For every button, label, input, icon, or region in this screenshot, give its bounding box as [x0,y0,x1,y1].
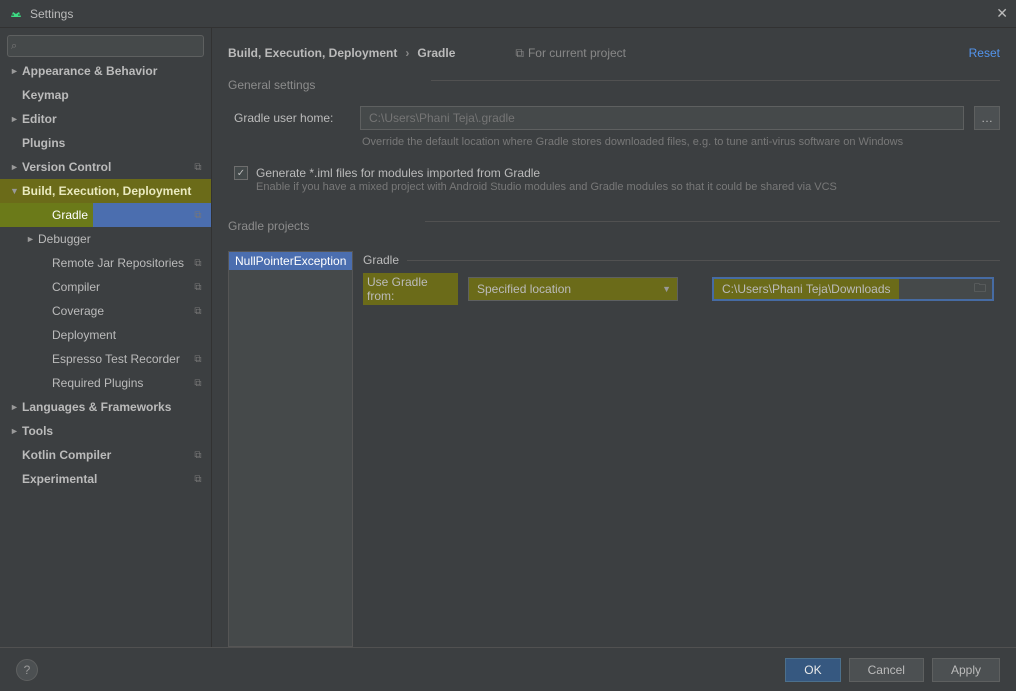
sidebar-item-appearance-behavior[interactable]: ► Appearance & Behavior [0,59,211,83]
sidebar-item-label: Required Plugins [52,376,191,390]
module-badge-icon: ⧉ [191,304,205,318]
gradle-path-input[interactable]: C:\Users\Phani Teja\Downloads 🗀 [712,277,994,301]
sidebar-item-required-plugins[interactable]: Required Plugins⧉ [0,371,211,395]
sidebar-item-label: Kotlin Compiler [22,448,191,462]
sidebar-item-label: Keymap [22,88,205,102]
expand-arrow-icon: ► [10,402,18,412]
use-gradle-from-label: Use Gradle from: [363,273,458,305]
for-project-label: ⧉ For current project [515,46,626,61]
sidebar-item-label: Remote Jar Repositories [52,256,191,270]
sidebar-item-languages-frameworks[interactable]: ► Languages & Frameworks [0,395,211,419]
sidebar-item-plugins[interactable]: Plugins [0,131,211,155]
sidebar-item-coverage[interactable]: Coverage⧉ [0,299,211,323]
sidebar-item-remote-jar-repositories[interactable]: Remote Jar Repositories⧉ [0,251,211,275]
sidebar-item-label: Plugins [22,136,205,150]
chevron-right-icon: › [405,46,409,60]
titlebar: Settings ✕ [0,0,1016,28]
sidebar-item-label: Compiler [52,280,191,294]
sidebar-item-label: Build, Execution, Deployment [22,184,205,198]
expand-arrow-icon: ► [10,426,18,436]
sidebar-item-label: Editor [22,112,205,126]
app-icon [8,6,24,22]
gradle-home-input[interactable] [360,106,964,130]
breadcrumb: Build, Execution, Deployment › Gradle [228,46,455,60]
module-badge-icon: ⧉ [191,280,205,294]
module-badge-icon: ⧉ [191,208,205,222]
expand-arrow-icon: ► [10,66,18,76]
ok-button[interactable]: OK [785,658,840,682]
projects-list[interactable]: NullPointerException [228,251,353,647]
sidebar-item-version-control[interactable]: ► Version Control⧉ [0,155,211,179]
sidebar-item-label: Languages & Frameworks [22,400,205,414]
sidebar-item-label: Version Control [22,160,191,174]
generate-iml-label: Generate *.iml files for modules importe… [256,166,540,180]
module-badge-icon: ⧉ [191,448,205,462]
cancel-button[interactable]: Cancel [849,658,924,682]
sidebar-item-label: Gradle [52,208,191,222]
project-config: Gradle Use Gradle from: Specified locati… [359,251,1000,647]
folder-icon[interactable]: 🗀 [974,279,986,300]
sidebar-item-label: Debugger [38,232,205,246]
reset-link[interactable]: Reset [969,46,1000,60]
content-area: Build, Execution, Deployment › Gradle ⧉ … [212,28,1016,647]
generate-iml-checkbox[interactable]: ✓ [234,166,248,180]
browse-home-button[interactable]: … [974,106,1000,130]
module-badge-icon: ⧉ [191,160,205,174]
sidebar-item-label: Appearance & Behavior [22,64,205,78]
breadcrumb-root: Build, Execution, Deployment [228,46,397,60]
use-gradle-from-select[interactable]: Specified location ▼ [468,277,678,301]
sidebar-item-keymap[interactable]: Keymap [0,83,211,107]
chevron-down-icon: ▼ [662,284,671,294]
copy-icon: ⧉ [515,46,524,61]
sidebar-item-kotlin-compiler[interactable]: Kotlin Compiler⧉ [0,443,211,467]
general-settings-label: General settings [212,70,331,96]
sidebar-item-espresso-test-recorder[interactable]: Espresso Test Recorder⧉ [0,347,211,371]
module-badge-icon: ⧉ [191,472,205,486]
sidebar-item-label: Coverage [52,304,191,318]
expand-arrow-icon: ► [26,234,34,244]
gradle-home-label: Gradle user home: [234,111,350,125]
close-button[interactable]: ✕ [996,5,1008,22]
sidebar-item-label: Experimental [22,472,191,486]
settings-tree: ► Appearance & Behavior Keymap ► Editor Plugi… [0,53,211,647]
sidebar-item-editor[interactable]: ► Editor [0,107,211,131]
sidebar-item-experimental[interactable]: Experimental⧉ [0,467,211,491]
gradle-home-hint: Override the default location where Grad… [212,136,1016,148]
expand-arrow-icon: ▼ [10,186,18,196]
sidebar-item-gradle[interactable]: Gradle⧉ [0,203,211,227]
module-badge-icon: ⧉ [191,376,205,390]
breadcrumb-leaf: Gradle [417,46,455,60]
sidebar-item-compiler[interactable]: Compiler⧉ [0,275,211,299]
apply-button[interactable]: Apply [932,658,1000,682]
generate-iml-hint: Enable if you have a mixed project with … [212,181,1016,193]
sidebar-item-label: Tools [22,424,205,438]
sidebar-item-label: Deployment [52,328,205,342]
sidebar-item-tools[interactable]: ► Tools [0,419,211,443]
help-button[interactable]: ? [16,659,38,681]
sidebar: ⌕ ►Appearance & BehaviorKeymap►EditorPlu… [0,28,212,647]
sidebar-item-build-execution-deployment[interactable]: ▼ Build, Execution, Deployment [0,179,211,203]
project-item[interactable]: NullPointerException [229,252,352,270]
module-badge-icon: ⧉ [191,256,205,270]
sidebar-item-debugger[interactable]: ► Debugger [0,227,211,251]
button-bar: ? OK Cancel Apply [0,647,1016,691]
module-badge-icon: ⧉ [191,352,205,366]
expand-arrow-icon: ► [10,114,18,124]
gradle-projects-label: Gradle projects [212,211,325,237]
sidebar-item-label: Espresso Test Recorder [52,352,191,366]
window-title: Settings [30,7,996,21]
expand-arrow-icon: ► [10,162,18,172]
sidebar-item-deployment[interactable]: Deployment [0,323,211,347]
